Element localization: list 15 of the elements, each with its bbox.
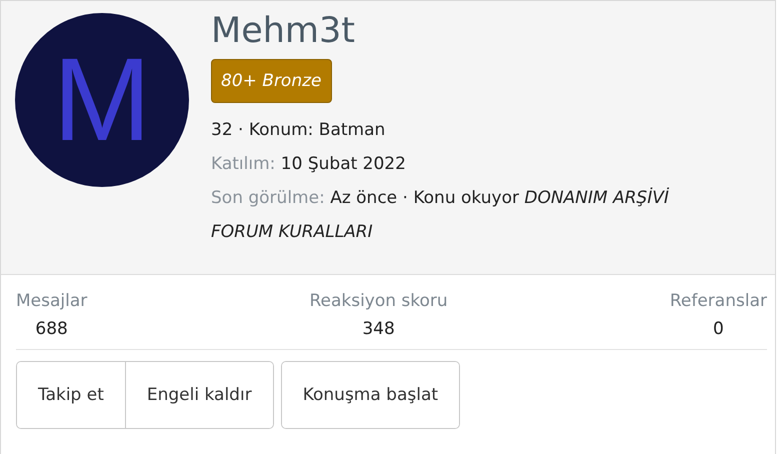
stat-value: 348 bbox=[362, 319, 395, 339]
last-seen-line: Son görülme: Az önce · Konu okuyor DONANIM ARŞİVİ FORUM KURALLARI bbox=[211, 186, 670, 244]
stat-value: 688 bbox=[35, 319, 68, 339]
stat-value: 0 bbox=[713, 319, 724, 339]
joined-date: 10 Şubat 2022 bbox=[280, 154, 406, 174]
avatar: M bbox=[15, 13, 189, 187]
action-button[interactable]: Konuşma başlat bbox=[282, 362, 460, 428]
stat-label: Mesajlar bbox=[16, 291, 88, 311]
rank-badge: 80+ Bronze bbox=[211, 59, 332, 103]
stat-label: Reaksiyon skoru bbox=[309, 291, 448, 311]
username: Mehm3t bbox=[211, 10, 355, 53]
action-button[interactable]: Engeli kaldır bbox=[124, 362, 273, 428]
info-line: 32 · Konum: Batman bbox=[211, 119, 386, 142]
stat-label: Referanslar bbox=[670, 291, 767, 311]
joined-label: Katılım: bbox=[211, 154, 276, 174]
